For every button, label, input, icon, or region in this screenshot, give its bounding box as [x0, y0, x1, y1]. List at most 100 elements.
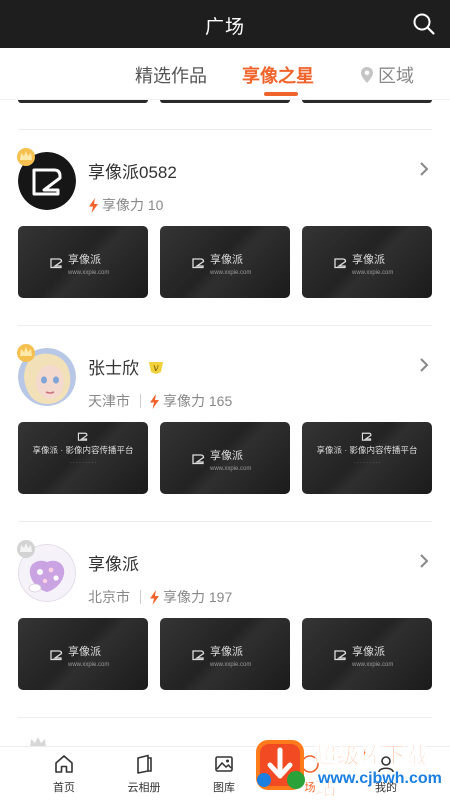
thumbnail-url: www.xxpie.com: [352, 662, 394, 668]
thumbnail-url: www.xxpie.com: [210, 662, 252, 668]
xxpie-logo-icon: [50, 258, 63, 269]
tab-stars[interactable]: 享像之星: [242, 62, 314, 88]
nav-cloud-album[interactable]: 云相册: [112, 753, 176, 795]
xxpie-logo-icon: [361, 432, 372, 441]
xxpie-logo-icon: [192, 454, 205, 465]
thumbnail-brand-name: 享像派: [210, 254, 243, 266]
site-watermark: 超级棒下载站 www.cjbwh.com: [248, 730, 450, 800]
user-name-row[interactable]: 享像派: [88, 550, 139, 575]
avatar-container: [17, 540, 76, 602]
work-thumbnail[interactable]: 享像派 · 影像内容传播平台 · · · · · · · · ·: [302, 422, 432, 494]
user-card[interactable]: 享像派0582 享像力 10 享像派 www.xxpie.com 享像派 www.x…: [0, 130, 450, 326]
svg-text:v: v: [153, 363, 159, 374]
thumbnail-brand: 享像派 www.xxpie.com: [48, 250, 109, 276]
chevron-right-icon[interactable]: [418, 356, 430, 374]
user-name-row[interactable]: 张士欣 v: [88, 354, 165, 379]
home-icon: [55, 755, 73, 773]
lightning-icon: [150, 393, 159, 409]
work-thumbnail[interactable]: 享像派 www.xxpie.com: [302, 618, 432, 690]
divider: [18, 717, 432, 718]
xxpie-logo-icon: [50, 650, 63, 661]
user-name-row[interactable]: 享像派0582: [88, 158, 177, 183]
work-thumbnail[interactable]: 享像派 www.xxpie.com: [302, 226, 432, 298]
thumbnail-brand-name: 享像派: [210, 450, 243, 462]
album-icon: [137, 754, 152, 774]
work-thumbnail[interactable]: 享像派 www.xxpie.com: [18, 618, 148, 690]
thumbnail-brand-name: 享像派: [352, 254, 385, 266]
previous-thumbnail-edge: [18, 100, 148, 103]
image-icon: [215, 756, 233, 772]
crown-icon: [17, 540, 35, 558]
work-thumbnail[interactable]: 享像派 · 影像内容传播平台 · · · · · · · · ·: [18, 422, 148, 494]
chevron-right-icon[interactable]: [418, 160, 430, 178]
top-bar: 广场: [0, 0, 450, 48]
nav-gallery[interactable]: 图库: [192, 753, 256, 795]
crown-icon: [17, 344, 35, 362]
xxpie-logo-icon: [77, 432, 88, 441]
verified-v-badge-icon: v: [149, 361, 163, 374]
tab-featured-works[interactable]: 精选作品: [135, 62, 207, 88]
work-thumbnails: 享像派 www.xxpie.com 享像派 www.xxpie.com 享像派 www…: [18, 226, 432, 298]
nav-home-label: 首页: [53, 782, 75, 794]
nav-cloud-album-label: 云相册: [127, 782, 161, 794]
thumbnail-brand-name: 享像派: [352, 646, 385, 658]
tab-region-label: 区域: [378, 66, 414, 86]
thumbnail-brand: 享像派 www.xxpie.com: [190, 446, 251, 472]
star-user-feed[interactable]: 享像派0582 享像力 10 享像派 www.xxpie.com 享像派 www.x…: [0, 100, 450, 746]
thumbnail-brand: 享像派 www.xxpie.com: [48, 642, 109, 668]
tab-bar: 精选作品 享像之星 区域: [0, 48, 450, 100]
work-thumbnail[interactable]: 享像派 www.xxpie.com: [18, 226, 148, 298]
search-icon[interactable]: [412, 12, 436, 36]
tab-region[interactable]: 区域: [360, 62, 414, 88]
thumbnail-url: www.xxpie.com: [352, 270, 394, 276]
work-thumbnails: 享像派 www.xxpie.com 享像派 www.xxpie.com 享像派 www…: [18, 618, 432, 690]
thumbnail-brand: 享像派 www.xxpie.com: [332, 642, 393, 668]
xxpie-logo-icon: [192, 258, 205, 269]
meta-separator: [140, 590, 141, 604]
user-meta: 北京市 享像力 197: [88, 587, 232, 607]
thumbnail-slogan: 享像派 · 影像内容传播平台: [316, 445, 418, 455]
thumbnail-brand: 享像派 www.xxpie.com: [190, 250, 251, 276]
active-tab-indicator: [264, 92, 298, 96]
thumbnail-url: www.xxpie.com: [210, 270, 252, 276]
previous-thumbnail-edge: [160, 100, 290, 103]
thumbnail-url: www.xxpie.com: [68, 270, 110, 276]
meta-separator: [140, 394, 141, 408]
user-meta: 享像力 10: [88, 195, 163, 215]
user-meta: 天津市 享像力 165: [88, 391, 232, 411]
avatar-container: [17, 148, 76, 210]
user-city: 北京市: [88, 589, 130, 605]
work-thumbnail[interactable]: 享像派 www.xxpie.com: [160, 226, 290, 298]
user-card[interactable]: 享像派 北京市 享像力 197 享像派 www.xxpie.com 享像派 www.…: [0, 522, 450, 718]
crown-icon: [30, 737, 46, 746]
user-name: 享像派0582: [88, 163, 177, 182]
chevron-right-icon[interactable]: [418, 552, 430, 570]
user-city: 天津市: [88, 393, 130, 409]
xiangxiang-power: 享像力 10: [102, 197, 164, 213]
crown-icon: [17, 148, 35, 166]
thumbnail-brand: 享像派 www.xxpie.com: [190, 642, 251, 668]
thumbnail-brand-name: 享像派: [210, 646, 243, 658]
xiangxiang-power: 享像力 165: [163, 393, 233, 409]
work-thumbnail[interactable]: 享像派 www.xxpie.com: [160, 422, 290, 494]
watermark-url: www.cjbwh.com: [318, 770, 442, 787]
thumbnail-brand: 享像派 www.xxpie.com: [332, 250, 393, 276]
thumbnail-url: www.xxpie.com: [68, 662, 110, 668]
work-thumbnails: 享像派 · 影像内容传播平台 · · · · · · · · · 享像派 www.…: [18, 422, 432, 494]
user-name: 享像派: [88, 555, 139, 574]
avatar-container: [17, 344, 76, 406]
thumbnail-slogan: 享像派 · 影像内容传播平台: [32, 445, 134, 455]
lightning-icon: [89, 197, 98, 213]
work-thumbnail[interactable]: 享像派 www.xxpie.com: [160, 618, 290, 690]
user-card[interactable]: 张士欣 v 天津市 享像力 165 享像派 · 影像内容传播平台 · · · ·…: [0, 326, 450, 522]
xxpie-logo-icon: [334, 650, 347, 661]
thumbnail-fine-print: · · · · · · · · ·: [69, 460, 97, 466]
nav-gallery-label: 图库: [213, 782, 235, 794]
previous-thumbnail-edge: [302, 100, 432, 103]
watermark-text: 超级棒下载站: [314, 743, 430, 800]
thumbnail-brand-name: 享像派: [68, 254, 101, 266]
page-title: 广场: [204, 17, 245, 38]
nav-home[interactable]: 首页: [32, 753, 96, 795]
xxpie-logo-icon: [334, 258, 347, 269]
thumbnail-fine-print: · · · · · · · · ·: [353, 460, 381, 466]
